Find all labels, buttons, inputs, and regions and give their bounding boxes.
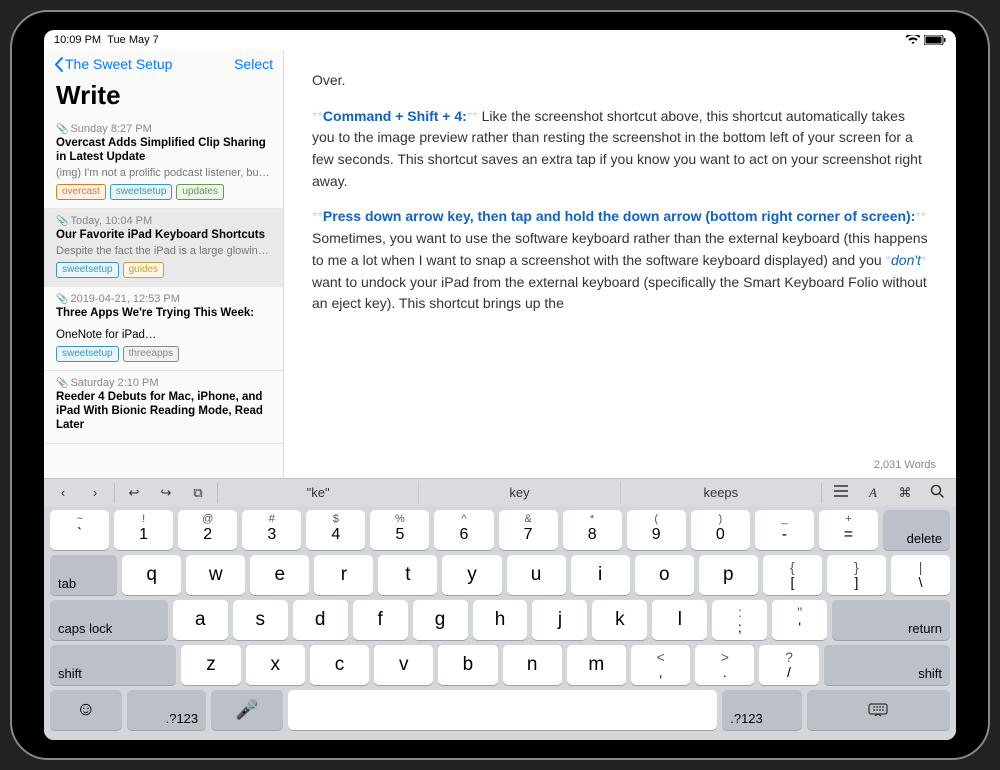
key-8[interactable]: *8 <box>563 510 622 550</box>
select-button[interactable]: Select <box>234 56 273 72</box>
key-w[interactable]: w <box>186 555 245 595</box>
key-a[interactable]: a <box>173 600 228 640</box>
chevron-left-icon <box>54 57 63 72</box>
key-e[interactable]: e <box>250 555 309 595</box>
search-icon[interactable] <box>928 484 946 501</box>
key-7[interactable]: &7 <box>499 510 558 550</box>
key-3[interactable]: #3 <box>242 510 301 550</box>
status-date: Tue May 7 <box>107 34 159 46</box>
key-h[interactable]: h <box>473 600 528 640</box>
key-2[interactable]: @2 <box>178 510 237 550</box>
key-l[interactable]: l <box>652 600 707 640</box>
key-z[interactable]: z <box>181 645 240 685</box>
key-u[interactable]: u <box>507 555 566 595</box>
key-k[interactable]: k <box>592 600 647 640</box>
delete-key[interactable]: delete <box>883 510 950 550</box>
shift-key[interactable]: shift <box>50 645 176 685</box>
status-time: 10:09 PM <box>54 34 101 46</box>
key-5[interactable]: %5 <box>370 510 429 550</box>
capslock-key[interactable]: caps lock <box>50 600 168 640</box>
key-punct[interactable]: :; <box>712 600 767 640</box>
key-t[interactable]: t <box>378 555 437 595</box>
battery-icon <box>924 35 946 45</box>
back-label: The Sweet Setup <box>65 56 172 72</box>
space-key[interactable] <box>288 690 718 730</box>
numeric-key[interactable]: .?123 <box>127 690 207 730</box>
key-`[interactable]: ~` <box>50 510 109 550</box>
key-y[interactable]: y <box>442 555 501 595</box>
status-bar: 10:09 PM Tue May 7 <box>44 30 956 50</box>
key-9[interactable]: (9 <box>627 510 686 550</box>
font-icon[interactable]: A <box>864 485 882 501</box>
key-=[interactable]: += <box>819 510 878 550</box>
editor-paragraph: **Command + Shift + 4:** Like the screen… <box>312 106 928 193</box>
clipboard-icon[interactable]: ⧉ <box>189 485 207 501</box>
redo-icon[interactable]: ↪ <box>157 485 175 501</box>
key-q[interactable]: q <box>122 555 181 595</box>
sidebar-title: Write <box>44 78 283 117</box>
key--[interactable]: _- <box>755 510 814 550</box>
key-punct[interactable]: <, <box>631 645 690 685</box>
key-p[interactable]: p <box>699 555 758 595</box>
keyboard-toolbar: ‹ › ↩ ↪ ⧉ "ke" key keeps A ⌘ <box>44 478 956 506</box>
key-1[interactable]: !1 <box>114 510 173 550</box>
key-n[interactable]: n <box>503 645 562 685</box>
key-4[interactable]: $4 <box>306 510 365 550</box>
home-indicator[interactable] <box>415 750 585 754</box>
key-d[interactable]: d <box>293 600 348 640</box>
suggestion[interactable]: "ke" <box>218 481 418 504</box>
paragraph-icon[interactable] <box>832 485 850 500</box>
return-key[interactable]: return <box>832 600 950 640</box>
key-punct[interactable]: >. <box>695 645 754 685</box>
editor-paragraph: **Press down arrow key, then tap and hol… <box>312 206 928 314</box>
key-punct[interactable]: |\ <box>891 555 950 595</box>
key-0[interactable]: )0 <box>691 510 750 550</box>
note-item[interactable]: 📎Saturday 2:10 PM Reeder 4 Debuts for Ma… <box>44 371 283 443</box>
editor-pane[interactable]: Over. **Command + Shift + 4:** Like the … <box>284 50 956 478</box>
suggestion-bar: "ke" key keeps <box>218 481 821 504</box>
key-punct[interactable]: "' <box>772 600 827 640</box>
key-r[interactable]: r <box>314 555 373 595</box>
word-count: 2,031 Words <box>874 457 936 474</box>
key-punct[interactable]: }] <box>827 555 886 595</box>
note-item[interactable]: 📎Today, 10:04 PM Our Favorite iPad Keybo… <box>44 209 283 287</box>
key-punct[interactable]: {[ <box>763 555 822 595</box>
key-g[interactable]: g <box>413 600 468 640</box>
command-icon[interactable]: ⌘ <box>896 485 914 501</box>
key-f[interactable]: f <box>353 600 408 640</box>
emoji-key[interactable]: ☺ <box>50 690 122 730</box>
key-s[interactable]: s <box>233 600 288 640</box>
note-item[interactable]: 📎Sunday 8:27 PM Overcast Adds Simplified… <box>44 117 283 209</box>
key-x[interactable]: x <box>246 645 305 685</box>
nav-forward-icon[interactable]: › <box>86 485 104 500</box>
key-c[interactable]: c <box>310 645 369 685</box>
back-button[interactable]: The Sweet Setup <box>54 56 172 72</box>
key-v[interactable]: v <box>374 645 433 685</box>
numeric-key[interactable]: .?123 <box>722 690 802 730</box>
suggestion[interactable]: key <box>418 481 619 504</box>
editor-line: Over. <box>312 70 928 92</box>
key-punct[interactable]: ?/ <box>759 645 818 685</box>
key-6[interactable]: ^6 <box>434 510 493 550</box>
key-m[interactable]: m <box>567 645 626 685</box>
suggestion[interactable]: keeps <box>620 481 821 504</box>
key-j[interactable]: j <box>532 600 587 640</box>
software-keyboard: ~`!1@2#3$4%5^6&7*8(9)0_-+=delete tabqwer… <box>44 506 956 740</box>
mic-key[interactable]: 🎤 <box>211 690 283 730</box>
tab-key[interactable]: tab <box>50 555 117 595</box>
shift-key[interactable]: shift <box>824 645 950 685</box>
undo-icon[interactable]: ↩ <box>125 485 143 501</box>
notes-list[interactable]: 📎Sunday 8:27 PM Overcast Adds Simplified… <box>44 117 283 478</box>
key-i[interactable]: i <box>571 555 630 595</box>
key-b[interactable]: b <box>438 645 497 685</box>
sidebar: The Sweet Setup Select Write 📎Sunday 8:2… <box>44 50 284 478</box>
dismiss-keyboard-key[interactable] <box>807 690 950 730</box>
note-item[interactable]: 📎2019-04-21, 12:53 PM Three Apps We're T… <box>44 287 283 372</box>
nav-back-icon[interactable]: ‹ <box>54 485 72 500</box>
key-o[interactable]: o <box>635 555 694 595</box>
wifi-icon <box>906 35 920 45</box>
